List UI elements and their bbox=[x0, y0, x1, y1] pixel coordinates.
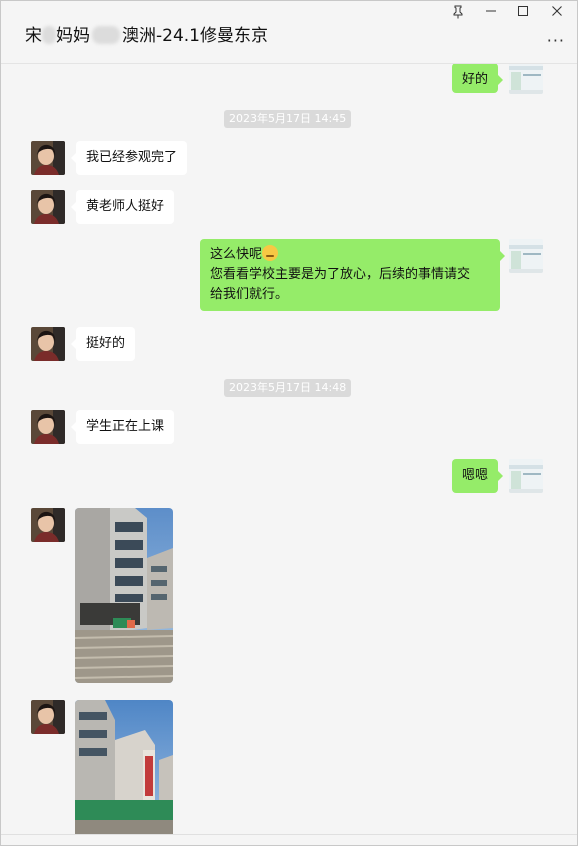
contact-avatar[interactable] bbox=[31, 508, 65, 542]
message-bubble-outgoing[interactable]: 嗯嗯 bbox=[452, 459, 504, 493]
input-toolbar bbox=[1, 834, 577, 845]
contact-avatar[interactable] bbox=[31, 190, 65, 224]
thinking-emoji-icon bbox=[262, 245, 279, 261]
timestamp: 2023年5月17日 14:48 bbox=[224, 379, 352, 397]
redacted-name bbox=[92, 26, 120, 44]
message-bubble-outgoing[interactable]: 好的 bbox=[452, 64, 504, 93]
photo-message[interactable] bbox=[75, 508, 173, 683]
contact-avatar[interactable] bbox=[31, 141, 65, 175]
photo-message[interactable] bbox=[75, 700, 173, 834]
my-avatar[interactable] bbox=[509, 239, 543, 273]
timestamp: 2023年5月17日 14:45 bbox=[224, 110, 352, 128]
redacted-name bbox=[42, 26, 56, 44]
more-options-icon[interactable]: ··· bbox=[547, 31, 565, 50]
message-list[interactable]: 好的 2023年5月17日 14:45 我已经参观完了 黄老师人挺好 这么快呢 … bbox=[1, 64, 577, 834]
my-avatar[interactable] bbox=[509, 64, 543, 94]
pin-icon[interactable] bbox=[447, 5, 469, 23]
message-bubble-incoming[interactable]: 学生正在上课 bbox=[70, 410, 175, 444]
maximize-icon[interactable] bbox=[512, 5, 534, 23]
contact-avatar[interactable] bbox=[31, 410, 65, 444]
message-bubble-outgoing[interactable]: 这么快呢 您看看学校主要是为了放心，后续的事情请交 给我们就行。 bbox=[200, 239, 505, 311]
my-avatar[interactable] bbox=[509, 459, 543, 493]
close-icon[interactable] bbox=[546, 5, 568, 23]
chat-title: 宋妈妈 澳洲-24.1修曼东京 bbox=[25, 26, 268, 46]
message-bubble-incoming[interactable]: 我已经参观完了 bbox=[70, 141, 188, 175]
title-bar: 宋妈妈 澳洲-24.1修曼东京 ··· bbox=[1, 1, 577, 64]
message-bubble-incoming[interactable]: 挺好的 bbox=[70, 327, 136, 361]
contact-avatar[interactable] bbox=[31, 327, 65, 361]
message-bubble-incoming[interactable]: 黄老师人挺好 bbox=[70, 190, 175, 224]
chat-window: 宋妈妈 澳洲-24.1修曼东京 ··· 好的 2023年5月17日 14:45 我… bbox=[0, 0, 578, 846]
contact-avatar[interactable] bbox=[31, 700, 65, 734]
minimize-icon[interactable] bbox=[480, 5, 502, 23]
